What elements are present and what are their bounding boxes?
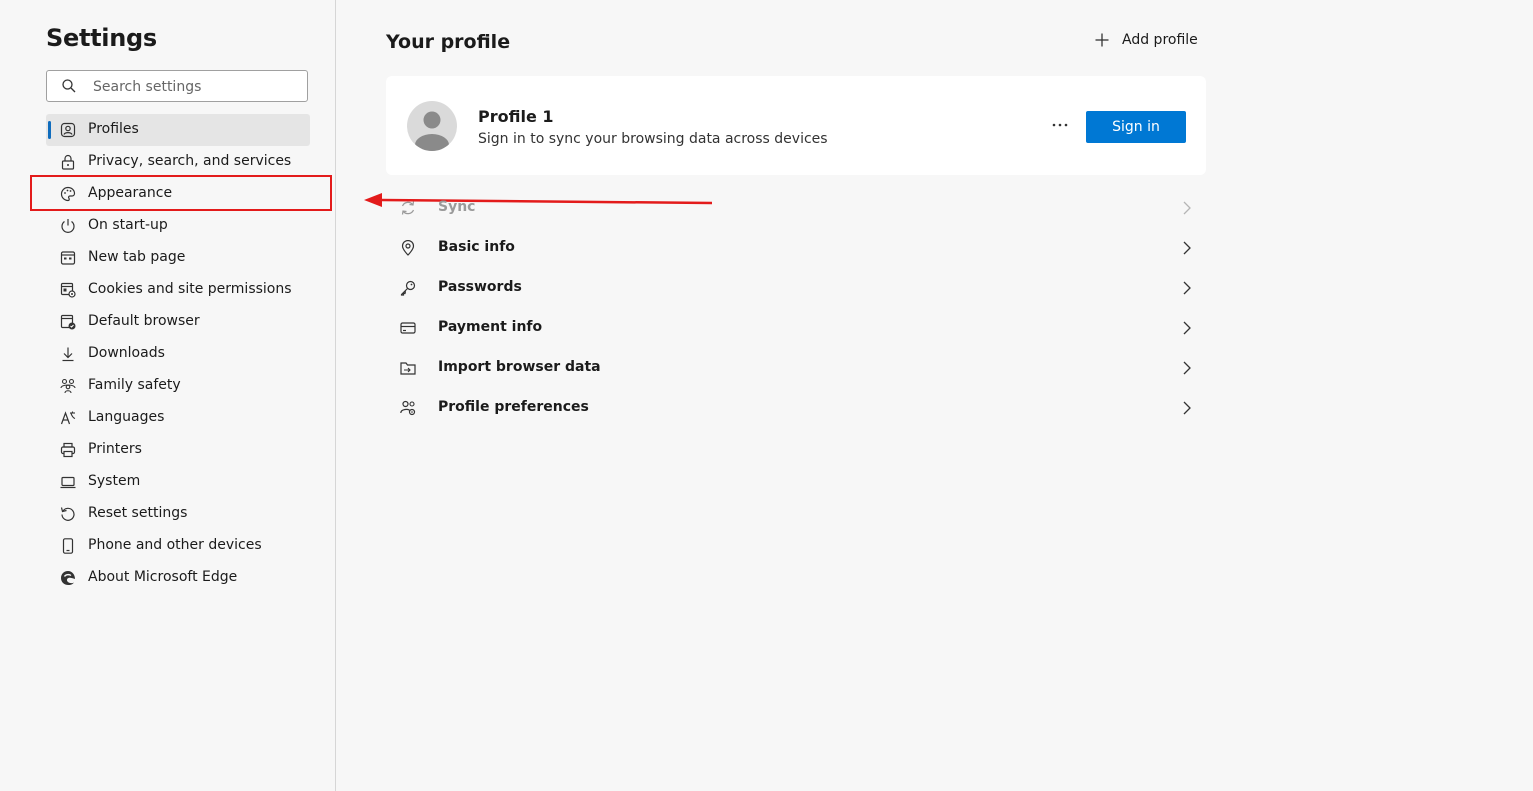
- list-item-label: Passwords: [438, 279, 522, 295]
- default-browser-icon: [60, 314, 76, 330]
- chevron-right-icon: [1183, 401, 1191, 415]
- sidebar-item-label: Printers: [88, 441, 142, 457]
- sidebar-item-label: On start-up: [88, 217, 168, 233]
- more-icon: [1052, 123, 1068, 127]
- profile-settings-list: Sync Basic info Passwords Payment info I…: [386, 188, 1206, 428]
- profile-icon: [60, 122, 76, 138]
- list-item-passwords[interactable]: Passwords: [386, 268, 1206, 308]
- sidebar-item-label: Family safety: [88, 377, 181, 393]
- sidebar-item-family-safety[interactable]: Family safety: [46, 370, 310, 402]
- chevron-right-icon: [1183, 321, 1191, 335]
- list-item-profile-preferences[interactable]: Profile preferences: [386, 388, 1206, 428]
- sidebar-item-label: Reset settings: [88, 505, 188, 521]
- sync-icon: [401, 201, 415, 215]
- sidebar-item-label: Profiles: [88, 121, 139, 137]
- sidebar-item-new-tab-page[interactable]: New tab page: [46, 242, 310, 274]
- new-tab-icon: [60, 251, 76, 265]
- add-profile-label: Add profile: [1122, 32, 1198, 48]
- credit-card-icon: [400, 322, 416, 334]
- sidebar-item-reset-settings[interactable]: Reset settings: [46, 498, 310, 530]
- download-icon: [62, 347, 74, 362]
- sidebar-item-label: Downloads: [88, 345, 165, 361]
- sidebar-item-privacy[interactable]: Privacy, search, and services: [46, 146, 310, 178]
- chevron-right-icon: [1183, 281, 1191, 295]
- sidebar-item-label: New tab page: [88, 249, 186, 265]
- list-item-sync[interactable]: Sync: [386, 188, 1206, 228]
- list-item-label: Payment info: [438, 319, 543, 335]
- list-item-basic-info[interactable]: Basic info: [386, 228, 1206, 268]
- page-title: Your profile: [386, 31, 511, 53]
- printer-icon: [60, 442, 76, 458]
- phone-icon: [62, 538, 74, 554]
- list-item-payment-info[interactable]: Payment info: [386, 308, 1206, 348]
- more-options-button[interactable]: [1046, 114, 1074, 136]
- search-input[interactable]: [91, 75, 300, 99]
- list-item-label: Import browser data: [438, 359, 601, 375]
- sidebar-item-profiles[interactable]: Profiles: [46, 114, 310, 146]
- power-icon: [61, 219, 75, 233]
- chevron-right-icon: [1183, 361, 1191, 375]
- import-icon: [400, 362, 416, 375]
- sidebar-item-label: Default browser: [88, 313, 200, 329]
- sidebar-item-on-start-up[interactable]: On start-up: [46, 210, 310, 242]
- plus-icon: [1095, 33, 1109, 47]
- profile-name: Profile 1: [478, 107, 554, 126]
- sidebar-item-label: About Microsoft Edge: [88, 569, 238, 585]
- chevron-right-icon: [1183, 241, 1191, 255]
- languages-icon: [60, 411, 76, 425]
- avatar: [407, 101, 457, 151]
- sidebar-item-label: Phone and other devices: [88, 537, 262, 553]
- list-item-label: Sync: [438, 199, 476, 215]
- profile-settings-icon: [400, 400, 416, 416]
- search-icon: [62, 79, 76, 93]
- profile-description: Sign in to sync your browsing data acros…: [478, 131, 828, 147]
- sidebar-item-cookies[interactable]: Cookies and site permissions: [46, 274, 310, 306]
- list-item-label: Basic info: [438, 239, 515, 255]
- cookies-icon: [60, 282, 76, 298]
- sidebar-item-label: Languages: [88, 409, 165, 425]
- sidebar-item-about-edge[interactable]: About Microsoft Edge: [46, 562, 310, 594]
- sidebar-title: Settings: [46, 24, 157, 52]
- profile-card: Profile 1 Sign in to sync your browsing …: [386, 76, 1206, 175]
- sidebar-item-languages[interactable]: Languages: [46, 402, 310, 434]
- sidebar-item-default-browser[interactable]: Default browser: [46, 306, 310, 338]
- sidebar-item-downloads[interactable]: Downloads: [46, 338, 310, 370]
- list-item-label: Profile preferences: [438, 399, 589, 415]
- add-profile-button[interactable]: Add profile: [1094, 32, 1198, 48]
- sidebar-item-printers[interactable]: Printers: [46, 434, 310, 466]
- family-icon: [60, 378, 76, 394]
- system-icon: [60, 476, 76, 489]
- sidebar: Settings Profiles Privacy, search, and s…: [0, 0, 336, 791]
- sidebar-item-label: Cookies and site permissions: [88, 281, 292, 297]
- annotation-highlight-box: [30, 175, 332, 211]
- sidebar-item-system[interactable]: System: [46, 466, 310, 498]
- lock-icon: [61, 154, 75, 170]
- list-item-import-browser-data[interactable]: Import browser data: [386, 348, 1206, 388]
- edge-logo-icon: [61, 571, 75, 585]
- sign-in-button[interactable]: Sign in: [1086, 111, 1186, 143]
- sidebar-item-label: System: [88, 473, 141, 489]
- sidebar-item-phone-devices[interactable]: Phone and other devices: [46, 530, 310, 562]
- location-pin-icon: [401, 240, 415, 256]
- key-icon: [400, 280, 416, 296]
- reset-icon: [60, 507, 75, 521]
- sidebar-item-label: Privacy, search, and services: [88, 153, 292, 169]
- chevron-right-icon: [1183, 201, 1191, 215]
- search-box[interactable]: [46, 70, 308, 102]
